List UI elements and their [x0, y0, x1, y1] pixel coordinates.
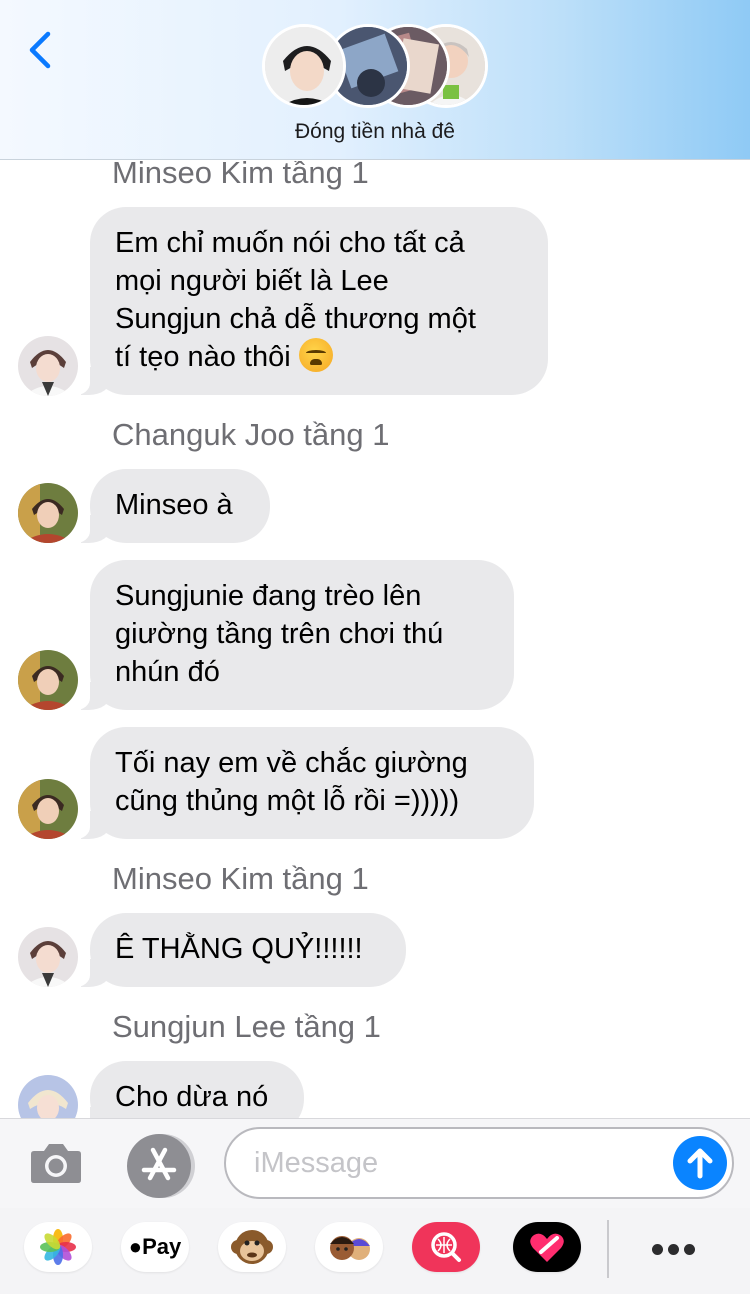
message-line: Sungjun chả dễ thương một: [115, 303, 476, 335]
message-line: mọi người biết là Lee: [115, 265, 389, 297]
message-bubble[interactable]: Tối nay em về chắc giường cũng thủng một…: [68, 727, 534, 839]
back-button[interactable]: [22, 28, 62, 72]
app-store-button[interactable]: [127, 1134, 191, 1198]
message-line: cũng thủng một lỗ rồi =))))): [115, 785, 460, 817]
message-line: Tối nay em về chắc giường: [115, 747, 468, 779]
message-line: tí tẹo nào thôi: [115, 341, 291, 373]
message-line: Minseo à: [115, 489, 233, 521]
sender-name: Minseo Kim tầng 1: [112, 861, 369, 896]
message-bubble[interactable]: Ê THẰNG QUỶ!!!!!!: [68, 913, 406, 987]
avatar[interactable]: [18, 483, 78, 543]
animoji-app-button[interactable]: [218, 1222, 286, 1272]
animoji-monkey-icon: [231, 1230, 273, 1264]
group-avatar-stack[interactable]: [262, 24, 488, 108]
photos-app-icon: [40, 1229, 76, 1265]
avatar[interactable]: [18, 779, 78, 839]
message-line: giường tầng trên chơi thú: [115, 618, 444, 650]
message-bubble[interactable]: Minseo à: [68, 469, 270, 543]
more-dots-icon: [652, 1244, 663, 1255]
message-line: Cho dừa nó: [115, 1081, 269, 1113]
memoji-icon: [330, 1236, 370, 1260]
more-apps-button[interactable]: [652, 1236, 696, 1260]
avatar: [262, 24, 346, 108]
app-store-icon: [141, 1147, 177, 1181]
message-line: Ê THẰNG QUỶ!!!!!!: [115, 933, 363, 965]
message-input-field[interactable]: [224, 1127, 734, 1199]
message-list[interactable]: Minseo Kim tầng 1 Em chỉ muốn nói cho tấ…: [0, 161, 750, 1118]
camera-icon: [31, 1144, 81, 1183]
memoji-app-button[interactable]: [315, 1222, 383, 1272]
message-bubble[interactable]: Cho dừa nó: [68, 1061, 304, 1118]
message-bubble[interactable]: Em chỉ muốn nói cho tất cả mọi người biế…: [68, 207, 548, 395]
apple-pay-app-icon: ●Pay: [121, 1222, 189, 1272]
image-search-icon: [431, 1232, 461, 1262]
compose-bar: [0, 1118, 750, 1208]
sender-name: Minseo Kim tầng 1: [112, 161, 369, 190]
arrow-up-icon: [687, 1148, 713, 1179]
camera-button[interactable]: [28, 1139, 84, 1187]
message-line: Em chỉ muốn nói cho tất cả: [115, 227, 465, 259]
apple-logo-icon: ●: [128, 1234, 143, 1259]
group-name[interactable]: Đóng tiền nhà đê: [0, 120, 750, 144]
avatar[interactable]: [18, 650, 78, 710]
avatar[interactable]: [18, 1075, 78, 1118]
image-search-app-button[interactable]: [412, 1222, 480, 1272]
message-input[interactable]: [254, 1143, 654, 1183]
face-with-steam-emoji: [298, 338, 333, 372]
message-line: Sungjunie đang trèo lên: [115, 580, 422, 612]
conversation-header: Đóng tiền nhà đê: [0, 0, 750, 160]
photos-app-button[interactable]: [24, 1222, 92, 1272]
apple-pay-app-button[interactable]: ●Pay: [121, 1222, 189, 1272]
digital-touch-icon: [530, 1233, 564, 1262]
avatar[interactable]: [18, 927, 78, 987]
more-dots-icon: [668, 1244, 679, 1255]
sender-name: Sungjun Lee tầng 1: [112, 1009, 381, 1044]
app-drawer-divider: [607, 1220, 609, 1278]
message-bubble[interactable]: Sungjunie đang trèo lên giường tầng trên…: [68, 560, 514, 710]
digital-touch-app-button[interactable]: [513, 1222, 581, 1272]
sender-name: Changuk Joo tầng 1: [112, 417, 390, 452]
send-button[interactable]: [673, 1136, 727, 1190]
more-dots-icon: [684, 1244, 695, 1255]
app-drawer: ●Pay: [0, 1208, 750, 1294]
apple-pay-label: Pay: [142, 1234, 182, 1259]
chevron-left-icon: [29, 31, 51, 69]
message-line: nhún đó: [115, 656, 220, 688]
avatar[interactable]: [18, 336, 78, 396]
